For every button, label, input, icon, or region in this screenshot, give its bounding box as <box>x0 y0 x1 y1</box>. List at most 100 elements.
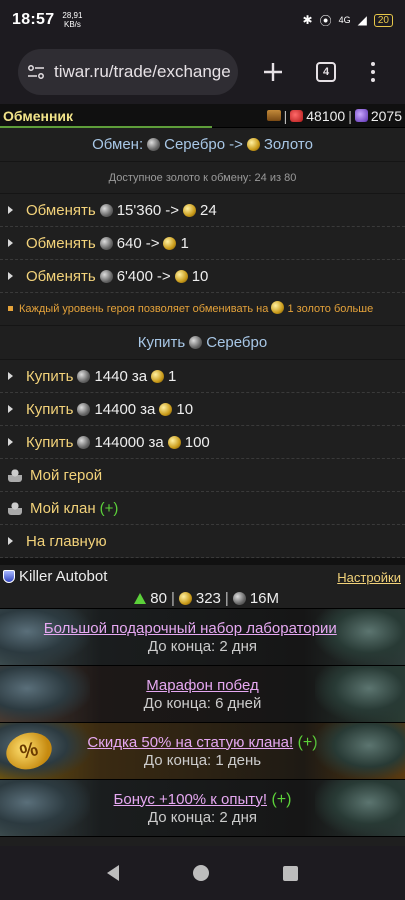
buy-row: Купить 144000 за 100 <box>0 426 405 459</box>
status-bar: 18:57 28,91 KB/s ✱ ⦿ 4G ◢ 20 <box>0 0 405 40</box>
bullet-icon <box>8 372 13 380</box>
chest-icon[interactable] <box>266 110 281 121</box>
promo-banner[interactable]: % Скидка 50% на статую клана! (+) До кон… <box>0 723 405 780</box>
available-gold-text: Доступное золото к обмену: 24 из 80 <box>0 162 405 194</box>
clan-plus: (+) <box>99 499 119 517</box>
promo-banner[interactable]: Бонус +100% к опыту! (+) До конца: 2 дня <box>0 780 405 837</box>
exchange-row: Обменять 640 -> 1 <box>0 227 405 260</box>
site-settings-icon[interactable] <box>28 65 44 79</box>
promo-timer: До конца: 6 дней <box>143 694 262 712</box>
silver-icon <box>77 435 91 449</box>
battery-icon: 20 <box>373 13 393 27</box>
bullet-icon <box>8 438 13 446</box>
divider <box>0 558 405 565</box>
promo-banner[interactable]: Большой подарочный набор лаборатории (+)… <box>0 609 405 666</box>
bullet-icon <box>8 206 13 214</box>
gold-icon <box>183 203 197 217</box>
bullet-icon <box>8 272 13 280</box>
health-icon <box>290 109 304 122</box>
promo-timer: До конца: 2 дня <box>147 808 258 826</box>
buy-row: Купить 14400 за 10 <box>0 393 405 426</box>
status-time: 18:57 <box>12 11 55 28</box>
page-content: Обменник | 48100 | 2075 Обмен: Серебро -… <box>0 104 405 846</box>
silver-icon <box>77 369 91 383</box>
url-text[interactable]: tiwar.ru/trade/exchange <box>54 62 231 82</box>
promo-title[interactable]: Бонус +100% к опыту! <box>114 791 267 808</box>
promo-title[interactable]: Скидка 50% на статую клана! <box>87 734 293 751</box>
nav-my-hero[interactable]: Мой герой <box>0 459 405 492</box>
nav-home[interactable]: На главную <box>0 525 405 558</box>
silver-icon <box>147 138 161 151</box>
player-name: Killer Autobot <box>19 568 108 585</box>
clan-icon <box>8 501 22 515</box>
buy-link[interactable]: Купить <box>26 434 73 451</box>
network-type: 4G <box>338 15 351 25</box>
buy-link[interactable]: Купить <box>26 401 73 418</box>
level-up-icon <box>134 593 147 604</box>
buy-row: Купить 1440 за 1 <box>0 360 405 393</box>
page-header: Обменник | 48100 | 2075 <box>0 104 405 128</box>
signal-icon: ◢ <box>357 13 367 27</box>
promo-title[interactable]: Большой подарочный набор лаборатории <box>44 620 337 637</box>
silver-icon <box>189 336 203 349</box>
buy-header: Купить Серебро <box>0 326 405 360</box>
page-title: Обменник <box>3 107 74 124</box>
exchange-header: Обмен: Серебро -> Золото <box>0 128 405 162</box>
player-gold: 323 <box>195 590 221 607</box>
network-speed: 28,91 KB/s <box>62 11 83 29</box>
player-stats: 80 | 323 | 16M <box>134 590 279 607</box>
tab-switcher-button[interactable]: 4 <box>316 62 336 82</box>
gold-icon <box>159 402 173 416</box>
shield-icon <box>3 570 15 583</box>
promo-plus: (+) <box>271 790 292 808</box>
new-tab-button[interactable] <box>260 59 286 85</box>
gold-icon <box>246 138 260 151</box>
gold-icon <box>271 301 285 314</box>
exchange-hint: Каждый уровень героя позволяет обмениват… <box>0 293 405 326</box>
experience-bar <box>0 126 212 128</box>
silver-icon <box>99 269 113 283</box>
silver-icon <box>77 402 91 416</box>
promo-plus: (+) <box>297 733 318 751</box>
player-level: 80 <box>150 590 167 607</box>
promo-timer: До конца: 2 дня <box>147 637 258 655</box>
player-panel: Killer Autobot Настройки 80 | 323 | 16M <box>0 565 405 609</box>
gold-icon <box>151 369 165 383</box>
silver-icon <box>99 203 113 217</box>
exchange-link[interactable]: Обменять <box>26 202 96 219</box>
gold-icon <box>178 592 192 605</box>
mana-icon <box>354 109 368 122</box>
system-nav-bar <box>0 846 405 900</box>
home-icon[interactable] <box>193 865 209 881</box>
discount-badge-icon: % <box>2 727 56 775</box>
recent-apps-icon[interactable] <box>283 865 298 881</box>
browser-toolbar: tiwar.ru/trade/exchange 4 <box>0 40 405 104</box>
gold-icon <box>167 435 181 449</box>
health-value: 48100 <box>306 107 346 124</box>
exchange-link[interactable]: Обменять <box>26 235 96 252</box>
promo-plus: (+) <box>341 619 362 637</box>
buy-link[interactable]: Купить <box>26 368 73 385</box>
exchange-row: Обменять 15'360 -> 24 <box>0 194 405 227</box>
bullet-icon <box>8 537 13 545</box>
promo-title[interactable]: Марафон побед <box>146 677 258 694</box>
player-silver: 16M <box>249 590 279 607</box>
exchange-row: Обменять 6'400 -> 10 <box>0 260 405 293</box>
silver-icon <box>232 592 246 605</box>
silver-icon <box>99 236 113 250</box>
gold-icon <box>163 236 177 250</box>
settings-link[interactable]: Настройки <box>337 570 401 585</box>
promo-timer: До конца: 1 день <box>143 751 262 769</box>
bluetooth-icon: ✱ <box>302 13 313 27</box>
hero-icon <box>8 468 22 482</box>
hint-bullet-icon <box>8 306 13 311</box>
exchange-link[interactable]: Обменять <box>26 268 96 285</box>
gold-icon <box>174 269 188 283</box>
back-icon[interactable] <box>107 865 119 881</box>
location-icon: ⦿ <box>319 13 332 28</box>
promo-banner[interactable]: Марафон побед До конца: 6 дней <box>0 666 405 723</box>
more-menu-icon[interactable] <box>370 62 376 82</box>
nav-my-clan[interactable]: Мой клан (+) <box>0 492 405 525</box>
bullet-icon <box>8 405 13 413</box>
address-bar[interactable]: tiwar.ru/trade/exchange <box>18 49 238 95</box>
